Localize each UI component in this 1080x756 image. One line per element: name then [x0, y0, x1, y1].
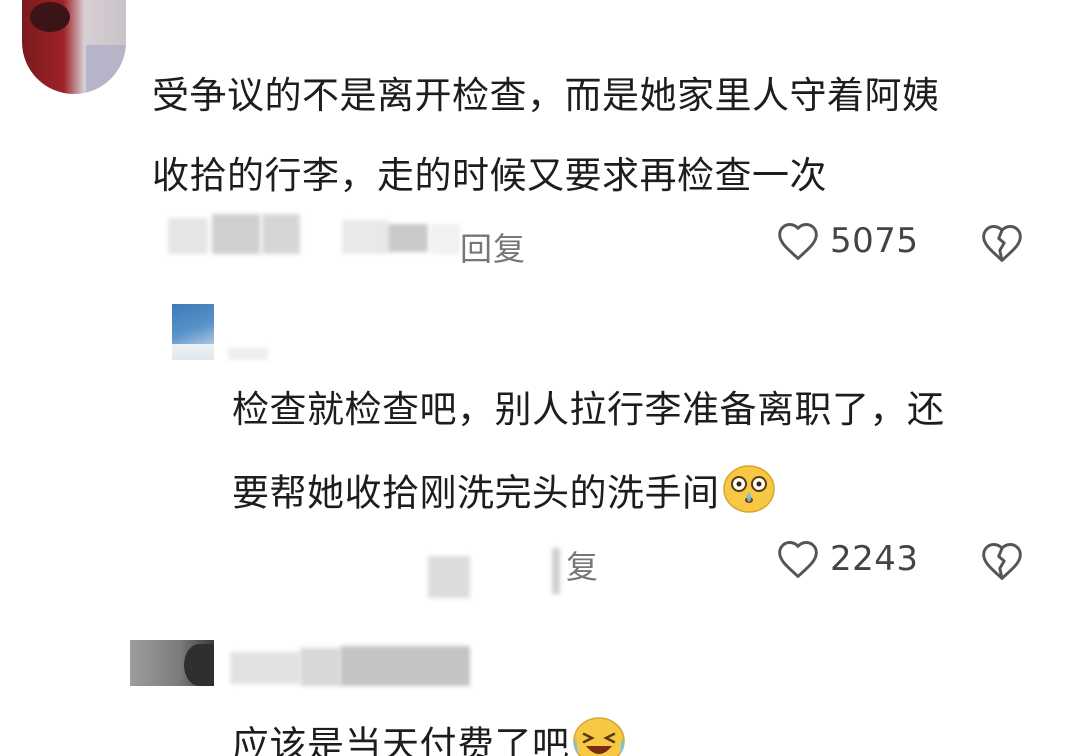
laughing-tears-emoji — [572, 716, 626, 756]
comment-text-line: 应该是当天付费了吧 — [232, 716, 626, 756]
redacted-meta — [262, 214, 300, 254]
redacted-username — [340, 646, 470, 686]
avatar[interactable] — [172, 300, 214, 360]
redacted-username — [230, 652, 300, 684]
broken-heart-icon[interactable] — [980, 222, 1024, 264]
like-count: 2243 — [830, 539, 919, 579]
broken-heart-icon[interactable] — [980, 540, 1024, 582]
reply-button[interactable]: 复 — [566, 542, 599, 588]
crying-face-emoji — [722, 464, 776, 526]
comment-text-content: 应该是当天付费了吧 — [232, 723, 570, 756]
redacted-meta — [168, 218, 208, 254]
avatar[interactable] — [130, 640, 214, 686]
heart-outline-icon — [776, 538, 820, 580]
like-button[interactable]: 2243 — [776, 538, 919, 580]
redacted-meta — [388, 224, 428, 252]
comment-text-line: 收拾的行李，走的时候又要求再检查一次 — [152, 154, 827, 197]
avatar[interactable] — [22, 0, 126, 94]
redacted-meta — [212, 214, 260, 254]
comment-thread: 受争议的不是离开检查，而是她家里人守着阿姨 收拾的行李，走的时候又要求再检查一次… — [0, 0, 1080, 756]
redacted-meta — [342, 220, 388, 254]
heart-outline-icon — [776, 220, 820, 262]
comment-text-line: 检查就检查吧，别人拉行李准备离职了，还 — [232, 388, 945, 431]
comment-text-content: 要帮她收拾刚洗完头的洗手间 — [232, 471, 720, 515]
redacted-meta — [552, 548, 560, 594]
redacted-username — [228, 348, 268, 360]
reply-button[interactable]: 回复 — [460, 224, 526, 270]
like-count: 5075 — [830, 221, 919, 261]
comment-text-line: 受争议的不是离开检查，而是她家里人守着阿姨 — [152, 74, 940, 117]
comment-text-line: 要帮她收拾刚洗完头的洗手间 — [232, 464, 776, 526]
redacted-username — [300, 648, 340, 686]
like-button[interactable]: 5075 — [776, 220, 919, 262]
redacted-meta — [430, 224, 460, 254]
redacted-meta — [428, 556, 470, 598]
